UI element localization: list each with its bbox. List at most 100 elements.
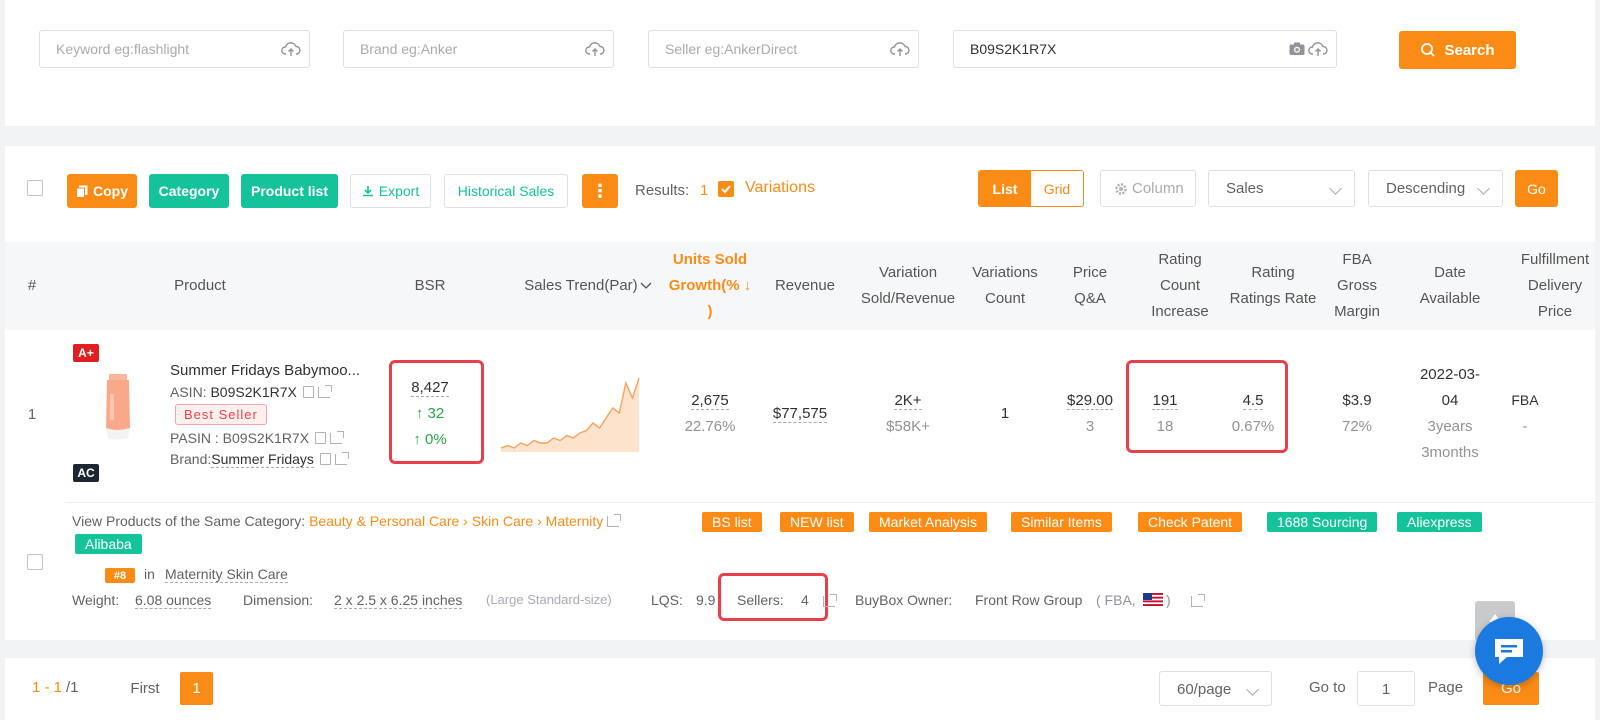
- page-size-select[interactable]: 60/page: [1159, 671, 1272, 706]
- header-rating-line2: Ratings Rate: [1229, 290, 1317, 307]
- export-button[interactable]: Export: [350, 174, 431, 208]
- external-link-icon[interactable]: [823, 594, 837, 607]
- copy-button[interactable]: Copy: [67, 174, 137, 208]
- market-analysis-tag[interactable]: Market Analysis: [869, 512, 988, 532]
- brand-input[interactable]: Brand eg:Anker: [343, 30, 614, 68]
- seller-input[interactable]: Seller eg:AnkerDirect: [648, 30, 919, 68]
- category-link-skin-care[interactable]: Skin Care: [472, 513, 533, 529]
- category-label: Category: [158, 183, 220, 199]
- variations-checkbox[interactable]: [718, 181, 734, 197]
- results-count: 1: [700, 182, 709, 199]
- row-checkbox[interactable]: [27, 554, 43, 570]
- rank-category[interactable]: Maternity Skin Care: [165, 566, 288, 583]
- chat-support-button[interactable]: [1475, 617, 1543, 685]
- header-date-available: Date Available: [1410, 242, 1490, 330]
- external-link-icon[interactable]: [330, 431, 345, 444]
- cloud-upload-icon[interactable]: [585, 40, 605, 58]
- product-image[interactable]: [97, 374, 139, 442]
- header-fba-margin: FBA Gross Margin: [1327, 242, 1387, 330]
- column-button[interactable]: Column: [1100, 170, 1196, 207]
- pasin-value[interactable]: B09S2K1R7X: [223, 430, 309, 446]
- brand-line: Brand:Summer Fridays: [170, 451, 349, 468]
- revenue-value: $77,575: [772, 405, 828, 423]
- keyword-input[interactable]: Keyword eg:flashlight: [39, 30, 310, 68]
- similar-items-tag[interactable]: Similar Items: [1011, 512, 1112, 532]
- category-link-maternity[interactable]: Maternity: [546, 513, 604, 529]
- sort-go-button[interactable]: Go: [1515, 170, 1558, 207]
- brand-placeholder: Brand eg:Anker: [360, 41, 458, 57]
- rating-count-value: 191: [1152, 392, 1178, 410]
- more-vertical-icon: ⋮: [591, 180, 609, 201]
- qa-count: 3: [1085, 418, 1095, 435]
- delivery-price: -: [1522, 418, 1528, 435]
- download-icon: [362, 186, 373, 197]
- sort-order-select[interactable]: Descending: [1368, 170, 1503, 207]
- goto-label: Go to: [1309, 679, 1346, 696]
- external-link-icon[interactable]: [334, 452, 349, 465]
- units-sold-value: 2,675: [691, 392, 729, 410]
- camera-icon[interactable]: [1288, 40, 1306, 58]
- brand-value[interactable]: Summer Fridays: [211, 451, 314, 468]
- copy-icon[interactable]: [319, 453, 331, 465]
- rating-increase: 18: [1156, 418, 1174, 435]
- buybox-owner[interactable]: Front Row Group: [975, 592, 1082, 608]
- cloud-upload-icon[interactable]: [890, 40, 910, 58]
- header-sales-trend[interactable]: Sales Trend(Par): [518, 242, 658, 330]
- search-button[interactable]: Search: [1399, 31, 1516, 69]
- header-variation-sold: Variation Sold/Revenue: [848, 242, 968, 330]
- header-variations-count: Variations Count: [960, 242, 1050, 330]
- alibaba-tag[interactable]: Alibaba: [75, 534, 142, 554]
- header-price-line2: Q&A: [1074, 290, 1106, 307]
- header-units-sold[interactable]: Units Sold Growth(% ↓ ): [655, 242, 765, 330]
- external-link-icon[interactable]: [317, 385, 332, 398]
- breadcrumb-separator-icon: ›: [459, 513, 472, 529]
- copy-icon[interactable]: [315, 432, 327, 444]
- cloud-upload-icon[interactable]: [1308, 40, 1328, 58]
- dimension-number: 2 x 2.5 x 6.25 inches: [334, 592, 463, 609]
- page-1-button[interactable]: 1: [180, 672, 213, 705]
- cloud-upload-icon[interactable]: [281, 40, 301, 58]
- header-price-line1: Price: [1072, 264, 1108, 281]
- rank-in-label: in: [144, 566, 155, 582]
- header-fulfillment: Fulfillment Delivery Price: [1505, 242, 1595, 330]
- results-panel: Copy Category Product list Export Histor…: [5, 146, 1595, 640]
- amazon-choice-badge: AC: [73, 464, 99, 482]
- variations-label: Variations: [745, 179, 815, 196]
- category-button[interactable]: Category: [149, 174, 229, 208]
- asin-input[interactable]: B09S2K1R7X: [953, 30, 1337, 68]
- asin-value[interactable]: B09S2K1R7X: [210, 384, 296, 400]
- historical-sales-button[interactable]: Historical Sales: [444, 174, 568, 208]
- buybox-close: ): [1166, 592, 1171, 608]
- new-list-tag[interactable]: NEW list: [780, 512, 854, 532]
- header-index: #: [27, 277, 37, 294]
- category-link-beauty[interactable]: Beauty & Personal Care: [309, 513, 459, 529]
- first-page-button[interactable]: First: [120, 672, 170, 705]
- sales-trend-sparkline[interactable]: [497, 374, 643, 452]
- more-options-button[interactable]: ⋮: [582, 174, 618, 208]
- external-link-icon[interactable]: [607, 514, 622, 527]
- select-all-checkbox[interactable]: [27, 180, 43, 196]
- product-list-button[interactable]: Product list: [241, 174, 338, 208]
- view-grid-button[interactable]: Grid: [1031, 171, 1083, 206]
- view-list-button[interactable]: List: [979, 171, 1031, 206]
- pagination: 1 - 1 /1 First 1 60/page Go to 1 Page Go: [5, 658, 1595, 720]
- search-label: Search: [1444, 41, 1495, 59]
- sort-field-select[interactable]: Sales: [1208, 170, 1355, 207]
- copy-icon[interactable]: [302, 386, 314, 398]
- weight-value: 6.08 ounces: [135, 592, 212, 609]
- check-patent-tag[interactable]: Check Patent: [1138, 512, 1243, 532]
- goto-page-input[interactable]: 1: [1357, 671, 1415, 706]
- header-rating: Rating Ratings Rate: [1223, 242, 1323, 330]
- bs-list-tag[interactable]: BS list: [702, 512, 762, 532]
- goto-page-value: 1: [1381, 681, 1391, 698]
- aliexpress-tag[interactable]: Aliexpress: [1397, 512, 1482, 532]
- product-title[interactable]: Summer Fridays Babymoo...: [170, 362, 360, 379]
- header-bsr: BSR: [414, 277, 446, 294]
- lqs-value: 9.9: [696, 592, 716, 608]
- header-varcount-line1: Variations: [972, 264, 1038, 281]
- external-link-icon[interactable]: [1191, 594, 1205, 607]
- copy-label: Copy: [93, 183, 128, 199]
- sourcing-1688-tag[interactable]: 1688 Sourcing: [1267, 512, 1378, 532]
- variation-revenue: $58K+: [886, 418, 930, 435]
- sellers-label: Sellers:: [737, 592, 784, 608]
